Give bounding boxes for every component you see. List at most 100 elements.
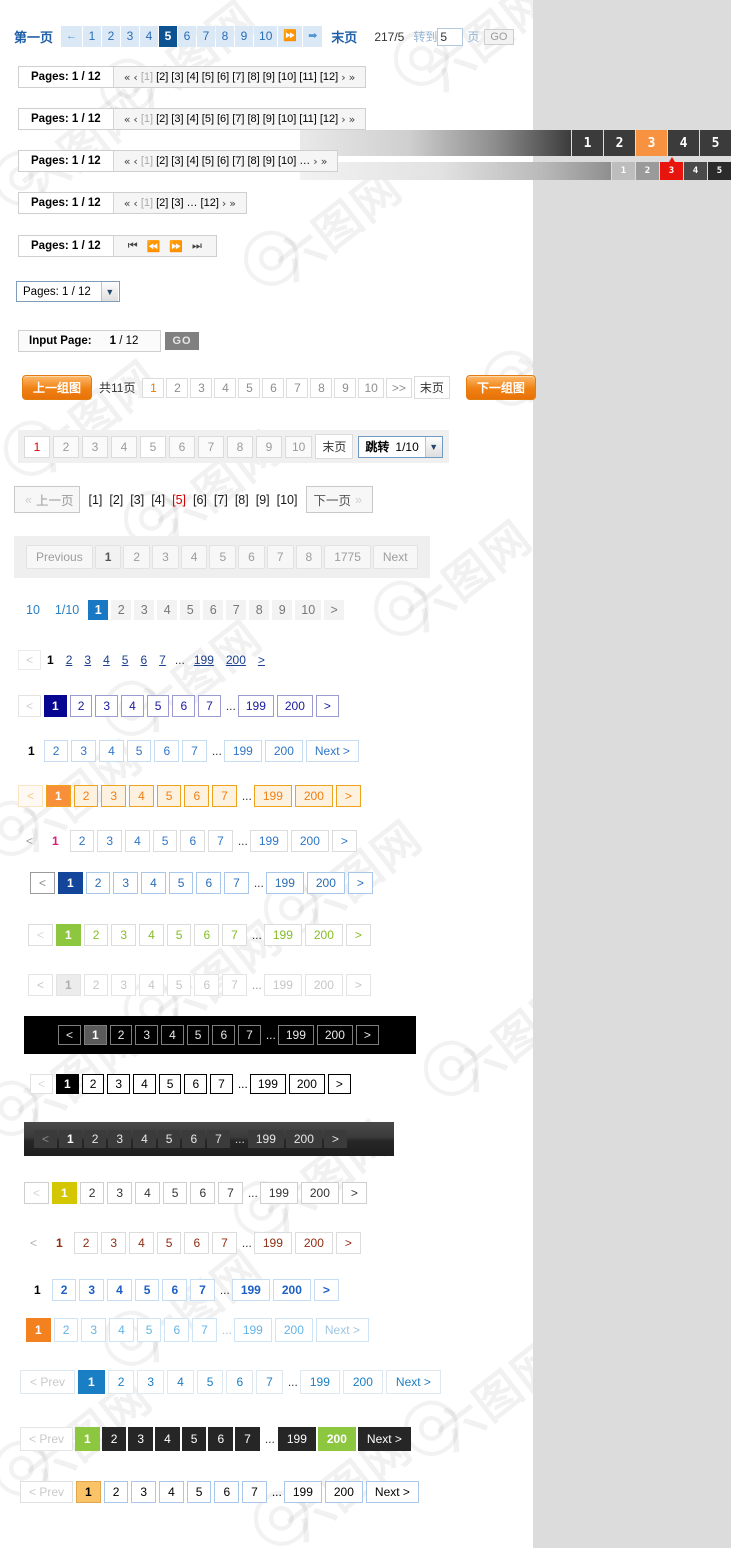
page-3[interactable]: 3	[81, 1318, 107, 1342]
next-icon[interactable]: >	[327, 1074, 351, 1094]
page-2[interactable]: 2	[83, 1130, 107, 1148]
page-8[interactable]: [8]	[235, 493, 249, 507]
page-7[interactable]: [7]	[232, 71, 244, 83]
page-1-active[interactable]: 1	[56, 974, 81, 996]
page-200[interactable]: 200	[304, 974, 343, 996]
page-200[interactable]: 200	[276, 695, 313, 717]
page-4[interactable]: 4	[155, 1427, 180, 1451]
page-200[interactable]: 200	[324, 1481, 363, 1503]
page-10[interactable]: [10]	[277, 493, 298, 507]
page-3[interactable]: 3	[108, 1130, 132, 1148]
page-9[interactable]: 9	[272, 600, 293, 620]
prev-icon[interactable]: <	[34, 1130, 58, 1148]
page-7[interactable]: 7	[226, 600, 247, 620]
page-7[interactable]: 7	[224, 872, 249, 894]
page-5[interactable]: 5	[209, 545, 237, 569]
prev-icon[interactable]: <	[22, 1233, 45, 1253]
page-4[interactable]: 4	[107, 1279, 132, 1301]
page-10[interactable]: 10	[254, 26, 278, 47]
page-7[interactable]: [7]	[214, 493, 228, 507]
page-7[interactable]: [7]	[232, 155, 244, 167]
next-icon[interactable]: >	[324, 600, 345, 620]
sidebar-page-2[interactable]: 2	[603, 130, 635, 156]
page-6[interactable]: 6	[208, 1427, 234, 1451]
page-199[interactable]: 199	[247, 1130, 284, 1148]
page-200[interactable]: 200	[294, 1232, 333, 1254]
last-page-button[interactable]: 末页	[315, 434, 354, 459]
page-4[interactable]: 4	[140, 26, 159, 47]
page-10[interactable]: [10]	[278, 155, 296, 167]
page-5[interactable]: 5	[140, 435, 166, 458]
page-1775[interactable]: 1775	[324, 545, 371, 569]
page-4[interactable]: 4	[121, 695, 144, 717]
sidebar-small-page-2[interactable]: 2	[635, 162, 659, 180]
page-1-active[interactable]: 1	[52, 1182, 77, 1204]
page-5[interactable]: 5	[186, 1025, 210, 1045]
page-4[interactable]: 4	[167, 1370, 194, 1394]
next-button[interactable]: Next	[372, 545, 418, 569]
page-2[interactable]: 2	[69, 830, 95, 852]
page-3[interactable]: 3	[82, 435, 108, 458]
page-7[interactable]: 7	[266, 545, 294, 569]
sidebar-page-1[interactable]: 1	[571, 130, 603, 156]
page-2[interactable]: [2]	[109, 493, 123, 507]
page-199[interactable]: 199	[277, 1427, 316, 1451]
page-1-active[interactable]: 1	[75, 1427, 100, 1451]
page-6[interactable]: 6	[190, 1182, 216, 1204]
sidebar-page-3-active[interactable]: 3	[635, 130, 667, 156]
page-6[interactable]: 6	[226, 1370, 254, 1394]
page-7[interactable]: 7	[222, 974, 247, 996]
page-2[interactable]: 2	[109, 1025, 133, 1045]
page-5-active[interactable]: [5]	[172, 493, 186, 507]
page-6[interactable]: 6	[162, 1279, 188, 1301]
page-7[interactable]: 7	[218, 1182, 243, 1204]
page-3[interactable]: 3	[79, 1279, 105, 1301]
page-9[interactable]: [9]	[263, 113, 275, 125]
page-7[interactable]: 7	[197, 26, 216, 47]
next-page-button[interactable]: 下一页 »	[306, 486, 373, 513]
page-3[interactable]: 3	[111, 974, 137, 996]
page-6[interactable]: [6]	[217, 113, 229, 125]
page-5[interactable]: 5	[180, 600, 201, 620]
page-2[interactable]: 2	[102, 26, 121, 47]
page-199[interactable]: 199	[277, 1025, 314, 1045]
page-199[interactable]: 199	[263, 924, 302, 946]
last-icon[interactable]: »	[349, 113, 356, 126]
page-4[interactable]: 4	[97, 653, 116, 667]
page-2[interactable]: 2	[107, 1370, 135, 1394]
prev-icon[interactable]: <	[18, 650, 42, 670]
page-1-current[interactable]: [1]	[141, 155, 153, 167]
last-icon[interactable]: »	[229, 197, 236, 210]
next-icon[interactable]: ›	[341, 113, 345, 126]
page-6[interactable]: 6	[214, 1481, 240, 1503]
page-5[interactable]: 5	[158, 1074, 182, 1094]
page-200[interactable]: 200	[274, 1318, 313, 1342]
first-icon[interactable]: «	[124, 155, 131, 168]
page-2[interactable]: [2]	[156, 71, 168, 83]
page-199[interactable]: 199	[283, 1481, 322, 1503]
page-3[interactable]: 3	[97, 830, 123, 852]
page-7[interactable]: 7	[198, 695, 221, 717]
page-2[interactable]: 2	[166, 377, 189, 398]
page-1-active[interactable]: 1	[22, 741, 41, 761]
page-5[interactable]: 5	[181, 1427, 207, 1451]
page-4[interactable]: [4]	[187, 71, 199, 83]
page-4[interactable]: 4	[99, 740, 124, 762]
page-1-active[interactable]: 1	[59, 1130, 82, 1148]
chevron-down-icon[interactable]: ▼	[424, 436, 442, 457]
page-3[interactable]: 3	[135, 1025, 159, 1045]
prev-icon[interactable]: <	[24, 1182, 50, 1204]
page-8[interactable]: 8	[227, 435, 253, 458]
go-button[interactable]: GO	[484, 28, 514, 45]
page-5[interactable]: 5	[196, 1370, 224, 1394]
prev-icon[interactable]: <	[58, 1025, 82, 1045]
page-4[interactable]: 4	[139, 974, 164, 996]
page-1-active[interactable]: 1	[26, 1318, 51, 1342]
next-icon[interactable]: >	[331, 830, 357, 852]
prev-arrow-icon[interactable]: ←	[61, 26, 83, 47]
page-6[interactable]: [6]	[193, 493, 207, 507]
page-7[interactable]: 7	[207, 1130, 230, 1148]
page-1-active[interactable]: 1	[78, 1370, 105, 1394]
page-4[interactable]: 4	[133, 1130, 156, 1148]
page-7[interactable]: 7	[190, 1279, 215, 1301]
